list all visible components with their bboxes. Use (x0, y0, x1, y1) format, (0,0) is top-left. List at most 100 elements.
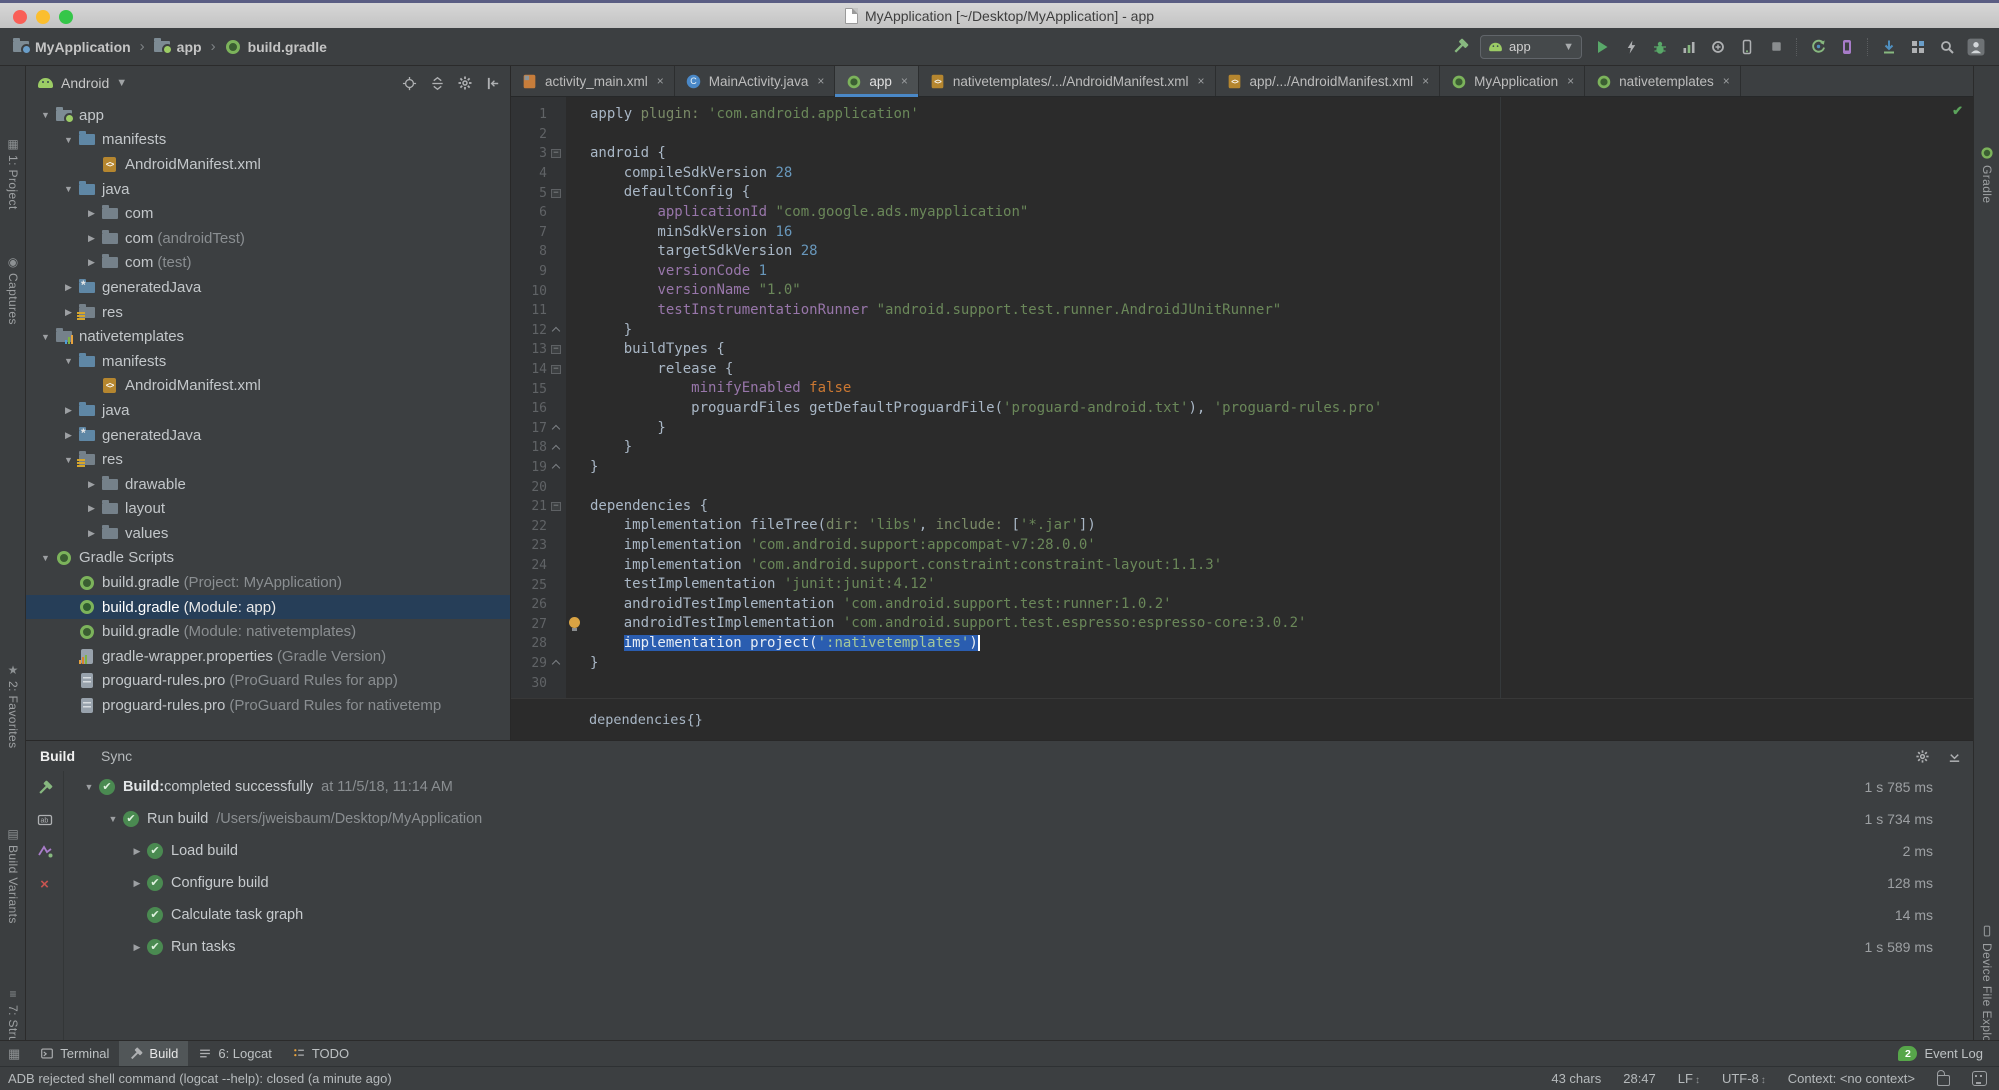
project-structure-icon[interactable] (1909, 38, 1927, 56)
gutter-line[interactable]: 24 (511, 556, 566, 576)
editor-tab[interactable]: <> app/.../AndroidManifest.xml × (1216, 66, 1441, 96)
code-editor[interactable]: 1234567891011121314151617181920212223242… (511, 97, 1973, 698)
fold-marker-icon[interactable] (547, 345, 565, 354)
avd-manager-icon[interactable] (1738, 38, 1756, 56)
code-line[interactable]: } (568, 654, 1973, 674)
run-button[interactable] (1593, 38, 1611, 56)
gutter-line[interactable]: 19 (511, 458, 566, 478)
tool-button-device-file-explorer[interactable]: Device File Explorer (1974, 924, 1999, 1058)
code-line[interactable]: } (568, 458, 1973, 478)
gutter-line[interactable]: 9 (511, 262, 566, 282)
tree-item[interactable]: ▶ com (test) (26, 251, 510, 276)
expanded-arrow-icon[interactable]: ▼ (59, 135, 78, 145)
tree-item[interactable]: build.gradle (Module: app) (26, 594, 510, 620)
status-widget[interactable]: UTF-8 ↕ (1722, 1071, 1766, 1086)
search-everywhere-icon[interactable] (1938, 38, 1956, 56)
code-line[interactable]: dependencies { (568, 497, 1973, 517)
minimize-window-button[interactable] (36, 10, 50, 24)
tree-item[interactable]: ▼ manifests (26, 349, 510, 374)
code-line[interactable]: } (568, 438, 1973, 458)
tree-item[interactable]: ▼ nativetemplates (26, 324, 510, 349)
tree-item[interactable]: ▶ com (26, 201, 510, 226)
collapsed-arrow-icon[interactable]: ▶ (82, 208, 101, 219)
tree-item[interactable]: ▶ * generatedJava (26, 275, 510, 300)
fold-marker-icon[interactable] (547, 444, 565, 452)
gutter-line[interactable]: 21 (511, 497, 566, 517)
collapsed-arrow-icon[interactable]: ▶ (82, 503, 101, 514)
hide-panel-icon[interactable] (484, 74, 502, 92)
code-line[interactable]: android { (568, 144, 1973, 164)
code-line[interactable]: testImplementation 'junit:junit:4.12' (568, 575, 1973, 595)
build-settings-gear-icon[interactable] (1913, 747, 1931, 765)
collapsed-arrow-icon[interactable]: ▶ (59, 282, 78, 293)
fold-marker-icon[interactable] (547, 424, 565, 432)
gutter-line[interactable]: 16 (511, 399, 566, 419)
breadcrumb-item[interactable]: build.gradle (225, 39, 327, 55)
close-tab-icon[interactable]: × (1723, 74, 1730, 88)
code-line[interactable]: } (568, 321, 1973, 341)
code-line[interactable]: buildTypes { (568, 340, 1973, 360)
expanded-arrow-icon[interactable]: ▼ (36, 332, 55, 342)
gutter-line[interactable]: 18 (511, 438, 566, 458)
close-tab-icon[interactable]: × (1567, 74, 1574, 88)
collapsed-arrow-icon[interactable]: ▶ (59, 307, 78, 318)
tool-window-button-todo[interactable]: TODO (282, 1041, 359, 1066)
device-file-download-icon[interactable] (1880, 38, 1898, 56)
tree-arrow-icon[interactable]: ▼ (79, 782, 99, 792)
gutter-line[interactable]: 5 (511, 183, 566, 203)
gutter-line[interactable]: 2 (511, 125, 566, 145)
gutter-line[interactable]: 11 (511, 301, 566, 321)
expanded-arrow-icon[interactable]: ▼ (59, 455, 78, 465)
gutter-line[interactable]: 14 (511, 360, 566, 380)
avatar-icon[interactable] (1967, 38, 1985, 56)
build-output-row[interactable]: ▼ ✔ Build: completed successfully at 11/5/1… (65, 771, 1973, 803)
gutter-line[interactable]: 29 (511, 654, 566, 674)
tree-item[interactable]: proguard-rules.pro (ProGuard Rules for na… (26, 693, 510, 718)
code-line[interactable] (568, 477, 1973, 497)
intention-bulb-icon[interactable] (569, 617, 580, 632)
tree-item[interactable]: ▶ layout (26, 497, 510, 522)
fold-marker-icon[interactable] (547, 365, 565, 374)
tree-item[interactable]: ▶ * generatedJava (26, 423, 510, 448)
unlock-icon[interactable] (1937, 1070, 1950, 1086)
gutter-line[interactable]: 17 (511, 419, 566, 439)
fold-marker-icon[interactable] (547, 189, 565, 198)
code-line[interactable]: targetSdkVersion 28 (568, 242, 1973, 262)
gutter-line[interactable]: 3 (511, 144, 566, 164)
run-configuration-select[interactable]: app ▼ (1480, 34, 1582, 59)
status-widget[interactable]: Context: <no context> (1788, 1071, 1915, 1086)
close-tab-icon[interactable]: × (1198, 74, 1205, 88)
profiler-button[interactable] (1680, 38, 1698, 56)
toggle-view-icon[interactable] (36, 843, 54, 861)
code-line[interactable] (568, 673, 1973, 693)
collapsed-arrow-icon[interactable]: ▶ (59, 405, 78, 416)
tree-item[interactable]: ▶ values (26, 521, 510, 546)
editor-tab[interactable]: MyApplication × (1440, 66, 1586, 96)
tree-item[interactable]: ▼ manifests (26, 128, 510, 153)
inspection-ok-icon[interactable]: ✔ (1952, 103, 1963, 119)
close-icon[interactable]: × (36, 875, 54, 893)
gutter-line[interactable]: 20 (511, 477, 566, 497)
tool-button-2-favorites[interactable]: ★ 2: Favorites (0, 664, 26, 749)
code-line[interactable]: implementation fileTree(dir: 'libs', inc… (568, 516, 1973, 536)
code-line[interactable]: versionName "1.0" (568, 281, 1973, 301)
rerun-build-icon[interactable] (36, 779, 54, 797)
apply-changes-icon[interactable] (1622, 38, 1640, 56)
breadcrumb-item[interactable]: app (154, 38, 202, 55)
tree-item[interactable]: ▼ app (26, 103, 510, 128)
gutter-line[interactable]: 27 (511, 614, 566, 634)
code-line[interactable]: defaultConfig { (568, 183, 1973, 203)
tree-arrow-icon[interactable]: ▶ (127, 878, 147, 889)
tree-item[interactable]: build.gradle (Project: MyApplication) (26, 570, 510, 595)
fold-marker-icon[interactable] (547, 149, 565, 158)
tree-item[interactable]: ▼ res (26, 447, 510, 472)
fold-marker-icon[interactable] (547, 502, 565, 511)
debug-button[interactable] (1651, 38, 1669, 56)
gutter-line[interactable]: 1 (511, 105, 566, 125)
build-output-row[interactable]: ✔ Calculate task graph 14 ms (65, 899, 1973, 931)
expanded-arrow-icon[interactable]: ▼ (36, 553, 55, 563)
status-widget[interactable]: LF ↕ (1678, 1071, 1700, 1086)
tree-item[interactable]: ▶ drawable (26, 472, 510, 497)
gutter-line[interactable]: 23 (511, 536, 566, 556)
tree-item[interactable]: ▼ java (26, 177, 510, 202)
